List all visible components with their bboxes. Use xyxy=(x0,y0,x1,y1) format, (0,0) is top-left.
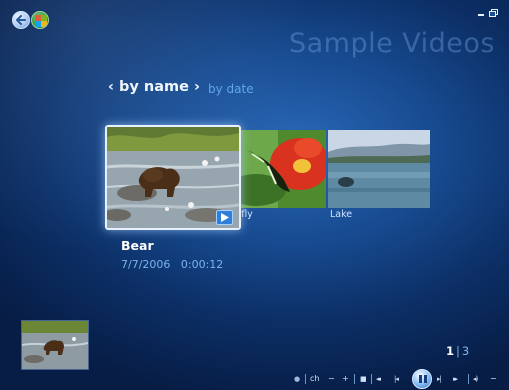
selected-date-duration: 7/7/2006 0:00:12 xyxy=(121,258,224,271)
skip-back-button[interactable]: |◂ xyxy=(394,374,399,384)
record-button[interactable]: ● xyxy=(294,374,300,384)
sort-active-label: by name xyxy=(119,79,189,95)
pause-icon xyxy=(419,375,422,383)
fast-forward-button[interactable]: ▸▸ xyxy=(453,374,458,384)
butterfly-thumbnail xyxy=(238,130,326,208)
chevron-right-icon[interactable]: › xyxy=(194,79,200,95)
pager-total: 3 xyxy=(461,344,470,358)
back-button[interactable] xyxy=(12,11,30,29)
channel-down-button[interactable]: − xyxy=(328,374,335,384)
video-tile-butterfly[interactable] xyxy=(238,130,326,208)
channel-up-button[interactable]: + xyxy=(342,374,349,384)
caption-lake: Lake xyxy=(330,209,353,220)
rewind-button[interactable]: ◂◂ xyxy=(376,374,381,384)
page-title: Sample Videos xyxy=(288,28,495,59)
pager-current: 1 xyxy=(446,344,455,358)
video-gallery: tterfly Lake xyxy=(0,120,509,240)
back-arrow-icon xyxy=(16,15,26,25)
volume-down-button[interactable]: − xyxy=(490,374,497,384)
start-button[interactable] xyxy=(31,11,49,29)
stop-button[interactable]: ■ xyxy=(360,374,367,384)
transport-controls: ● ch − + ■ ◂◂ |◂ ▸| ▸▸ ◂) − xyxy=(290,369,500,389)
play-badge[interactable] xyxy=(216,210,233,225)
chevron-left-icon[interactable]: ‹ xyxy=(108,79,114,95)
mute-button[interactable]: ◂) xyxy=(473,374,478,384)
video-tile-bear[interactable] xyxy=(105,125,241,230)
channel-label: ch xyxy=(310,374,320,383)
sort-by-name[interactable]: ‹ by name › xyxy=(108,79,200,95)
pager-separator: | xyxy=(456,344,460,358)
sort-by-date[interactable]: by date xyxy=(208,82,254,96)
pager: 1 | 3 xyxy=(446,344,469,360)
lake-thumbnail xyxy=(328,130,430,208)
skip-forward-button[interactable]: ▸| xyxy=(437,374,442,384)
selected-title: Bear xyxy=(121,238,154,253)
media-center-screen: Sample Videos ‹ by name › by date Lake B… xyxy=(0,0,509,390)
minimize-button[interactable] xyxy=(478,14,484,16)
restore-button[interactable] xyxy=(489,9,498,17)
now-playing-thumbnail[interactable] xyxy=(21,320,89,370)
play-icon xyxy=(221,213,229,222)
video-tile-lake[interactable] xyxy=(328,130,430,208)
play-pause-button[interactable] xyxy=(412,369,432,389)
